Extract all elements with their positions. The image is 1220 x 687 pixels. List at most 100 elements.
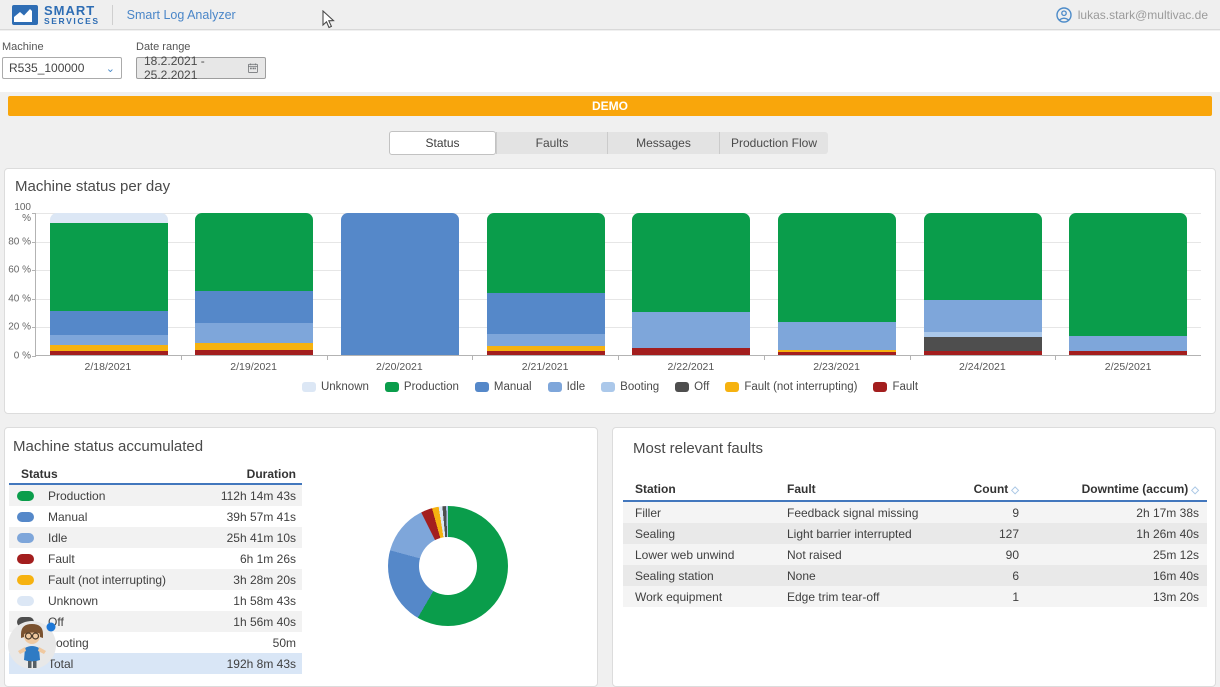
user-menu[interactable]: lukas.stark@multivac.de bbox=[1056, 7, 1208, 23]
tab-messages[interactable]: Messages bbox=[607, 132, 719, 154]
calendar-icon bbox=[248, 62, 258, 74]
fault-row-work-equipment: Work equipmentEdge trim tear-off113m 20s bbox=[623, 586, 1207, 607]
downtime-column-header: Downtime (accum)◇ bbox=[1027, 482, 1207, 496]
faults-table: Station Fault Count◇ Downtime (accum)◇ F… bbox=[623, 478, 1207, 607]
top-bar: SMART SERVICES Smart Log Analyzer lukas.… bbox=[0, 0, 1220, 30]
stacked-bar[interactable] bbox=[341, 213, 459, 355]
machine-select[interactable]: R535_100000 ⌄ bbox=[2, 57, 122, 79]
bar-column-2-23-2021 bbox=[764, 213, 910, 355]
legend-item-production[interactable]: Production bbox=[385, 381, 459, 393]
bar-segment-fault bbox=[195, 350, 313, 355]
bar-segment-idle bbox=[632, 312, 750, 348]
y-tick-label: 60 % bbox=[5, 265, 31, 276]
fault-downtime: 13m 20s bbox=[1027, 590, 1207, 604]
stacked-bar[interactable] bbox=[487, 213, 605, 355]
smart-services-logo: SMART SERVICES bbox=[12, 4, 100, 26]
legend-item-fault[interactable]: Fault bbox=[873, 381, 918, 393]
legend-item-idle[interactable]: Idle bbox=[548, 381, 586, 393]
fault-description: Light barrier interrupted bbox=[775, 527, 955, 541]
x-tick-mark bbox=[472, 356, 473, 360]
bar-segment-production bbox=[487, 213, 605, 293]
x-axis-label: 2/20/2021 bbox=[327, 361, 473, 373]
tab-production-flow[interactable]: Production Flow bbox=[719, 132, 828, 154]
fault-row-filler: FillerFeedback signal missing92h 17m 38s bbox=[623, 502, 1207, 523]
fault-station: Sealing station bbox=[623, 569, 775, 583]
stacked-bar[interactable] bbox=[778, 213, 896, 355]
bar-column-2-18-2021 bbox=[36, 213, 182, 355]
legend-item-unknown[interactable]: Unknown bbox=[302, 381, 369, 393]
date-range-input[interactable]: 18.2.2021 - 25.2.2021 bbox=[136, 57, 266, 79]
accumulated-row-manual: Manual39h 57m 41s bbox=[9, 506, 302, 527]
downtime-sort-icon[interactable]: ◇ bbox=[1191, 485, 1199, 496]
faults-title: Most relevant faults bbox=[633, 440, 763, 457]
stacked-bar[interactable] bbox=[924, 213, 1042, 355]
bar-segment-idle bbox=[50, 335, 168, 345]
legend-item-booting[interactable]: Booting bbox=[601, 381, 659, 393]
stacked-bar[interactable] bbox=[632, 213, 750, 355]
status-swatch bbox=[17, 533, 34, 543]
bar-segment-production bbox=[195, 213, 313, 291]
fault-station: Lower web unwind bbox=[623, 548, 775, 562]
bar-segment-fault-not-interrupting- bbox=[195, 343, 313, 350]
legend-swatch bbox=[675, 382, 689, 392]
tab-faults[interactable]: Faults bbox=[496, 132, 607, 154]
legend-item-off[interactable]: Off bbox=[675, 381, 709, 393]
bar-column-2-22-2021 bbox=[619, 213, 765, 355]
stacked-bar[interactable] bbox=[195, 213, 313, 355]
x-tick-mark bbox=[327, 356, 328, 360]
date-range-label: Date range bbox=[136, 41, 266, 53]
legend-item-manual[interactable]: Manual bbox=[475, 381, 532, 393]
bar-segment-manual bbox=[195, 291, 313, 323]
bar-segment-production bbox=[778, 213, 896, 322]
x-axis-label: 2/25/2021 bbox=[1055, 361, 1201, 373]
filter-bar: Machine R535_100000 ⌄ Date range 18.2.20… bbox=[0, 31, 1220, 92]
machine-select-value: R535_100000 bbox=[9, 61, 84, 75]
most-relevant-faults-card: Most relevant faults Station Fault Count… bbox=[612, 427, 1216, 687]
status-swatch bbox=[17, 596, 34, 606]
count-sort-icon[interactable]: ◇ bbox=[1011, 485, 1019, 496]
fault-downtime: 25m 12s bbox=[1027, 548, 1207, 562]
legend-swatch bbox=[385, 382, 399, 392]
accumulated-row-fault: Fault6h 1m 26s bbox=[9, 548, 302, 569]
fault-description: None bbox=[775, 569, 955, 583]
stacked-bar[interactable] bbox=[1069, 213, 1187, 355]
y-tick-mark bbox=[32, 213, 36, 214]
bar-column-2-20-2021 bbox=[327, 213, 473, 355]
view-tabs: StatusFaultsMessagesProduction Flow bbox=[389, 132, 828, 154]
fault-count: 127 bbox=[955, 527, 1027, 541]
tab-status[interactable]: Status bbox=[389, 131, 496, 155]
legend-swatch bbox=[725, 382, 739, 392]
x-axis-label: 2/24/2021 bbox=[910, 361, 1056, 373]
bar-column-2-25-2021 bbox=[1055, 213, 1201, 355]
machine-status-per-day-card: Machine status per day 2/18/20212/19/202… bbox=[4, 168, 1216, 414]
accumulated-row-idle: Idle25h 41m 10s bbox=[9, 527, 302, 548]
fault-description: Not raised bbox=[775, 548, 955, 562]
x-axis-label: 2/18/2021 bbox=[35, 361, 181, 373]
fault-description: Edge trim tear-off bbox=[775, 590, 955, 604]
fault-downtime: 2h 17m 38s bbox=[1027, 506, 1207, 520]
y-tick-mark bbox=[32, 242, 36, 243]
bar-segment-fault bbox=[1069, 351, 1187, 355]
accumulated-title: Machine status accumulated bbox=[13, 438, 203, 455]
stacked-bar[interactable] bbox=[50, 213, 168, 355]
accumulated-row-unknown: Unknown1h 58m 43s bbox=[9, 590, 302, 611]
user-email: lukas.stark@multivac.de bbox=[1078, 8, 1208, 22]
legend-item-fault-not-interrupting-[interactable]: Fault (not interrupting) bbox=[725, 381, 857, 393]
x-tick-mark bbox=[1055, 356, 1056, 360]
legend-swatch bbox=[873, 382, 887, 392]
chart-title: Machine status per day bbox=[15, 178, 170, 195]
bar-column-2-21-2021 bbox=[473, 213, 619, 355]
bar-segment-production bbox=[924, 213, 1042, 300]
chevron-down-icon: ⌄ bbox=[106, 62, 115, 75]
y-tick-label: 40 % bbox=[5, 293, 31, 304]
chart-legend: Unknown Production Manual Idle Booting Off Fau… bbox=[5, 381, 1215, 393]
status-swatch bbox=[17, 575, 34, 585]
y-tick-label: 100 % bbox=[5, 202, 31, 224]
assistant-avatar-button[interactable] bbox=[8, 618, 58, 670]
bar-column-2-19-2021 bbox=[182, 213, 328, 355]
fault-count: 6 bbox=[955, 569, 1027, 583]
user-icon bbox=[1056, 7, 1072, 23]
legend-swatch bbox=[302, 382, 316, 392]
fault-count: 9 bbox=[955, 506, 1027, 520]
bar-segment-manual bbox=[487, 293, 605, 334]
